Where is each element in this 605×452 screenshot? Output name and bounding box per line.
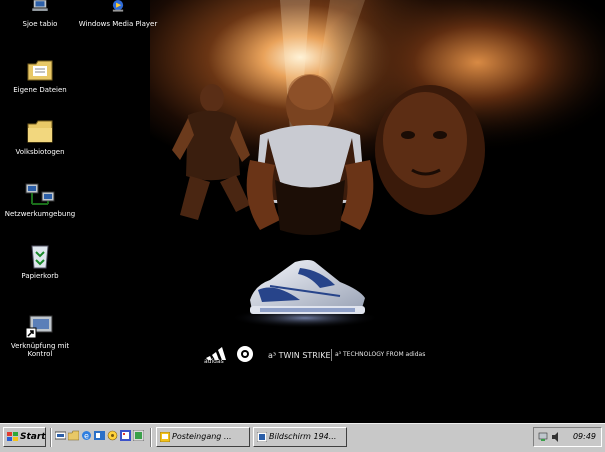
desktop-icon-label: Netzwerkumgebung bbox=[4, 210, 76, 218]
a3-logo-icon bbox=[237, 346, 253, 362]
media-player-icon bbox=[112, 0, 124, 12]
windows-flag-icon bbox=[7, 432, 18, 441]
product-name: a³ TWIN STRIKE bbox=[268, 351, 331, 360]
clock[interactable]: 09:49 bbox=[573, 428, 596, 446]
explorer-icon[interactable] bbox=[68, 430, 79, 441]
desktop-icon-label: Eigene Dateien bbox=[13, 86, 67, 94]
app-icon[interactable] bbox=[133, 430, 144, 441]
desktop-icon-my-documents[interactable]: Eigene Dateien bbox=[0, 56, 80, 94]
my-computer-icon bbox=[32, 0, 48, 11]
desktop-icon-my-computer[interactable]: Sjoe tabio bbox=[0, 0, 80, 28]
desktop: adidas a³ TWIN STRIKE a³ TECHNOLOGY FROM… bbox=[0, 0, 605, 423]
volume-icon[interactable] bbox=[551, 432, 561, 442]
brand-divider bbox=[331, 349, 332, 361]
system-tray: 09:49 bbox=[533, 427, 602, 447]
brand-name: adidas bbox=[204, 358, 224, 365]
outlook-icon[interactable] bbox=[94, 430, 105, 441]
svg-text:e: e bbox=[84, 432, 89, 441]
taskbar-separator bbox=[150, 428, 152, 447]
slogan: a³ TECHNOLOGY FROM adidas bbox=[335, 351, 426, 358]
desktop-icon-label: Volksbiotogen bbox=[15, 148, 65, 156]
image-icon bbox=[257, 432, 267, 442]
desktop-icon-label: Verknüpfung mit Kontrol bbox=[10, 342, 70, 358]
start-label: Start bbox=[20, 432, 46, 442]
folder-icon bbox=[27, 120, 53, 143]
desktop-icon-label: Papierkorb bbox=[21, 272, 59, 280]
task-button-label: Posteingang ... bbox=[172, 432, 232, 441]
task-button-inbox[interactable]: Posteingang ... bbox=[156, 427, 250, 447]
recycle-bin-icon bbox=[31, 245, 49, 269]
desktop-icon-recycle-bin[interactable]: Papierkorb bbox=[0, 242, 80, 280]
taskbar-separator bbox=[50, 428, 52, 447]
my-documents-icon bbox=[27, 60, 53, 81]
start-button[interactable]: Start bbox=[3, 427, 46, 447]
desktop-icon-label: Windows Media Player bbox=[78, 20, 158, 28]
task-button-image[interactable]: Bildschirm 194... bbox=[253, 427, 347, 447]
task-button-label: Bildschirm 194... bbox=[269, 432, 337, 441]
desktop-icon-shortcut[interactable]: Verknüpfung mit Kontrol bbox=[0, 312, 80, 358]
network-icon bbox=[25, 183, 55, 205]
shortcut-icon bbox=[25, 315, 53, 339]
network-status-icon[interactable] bbox=[538, 432, 548, 442]
desktop-icon-media-player[interactable]: Windows Media Player bbox=[78, 0, 158, 28]
media-icon[interactable] bbox=[107, 430, 118, 441]
brand-bar: adidas a³ TWIN STRIKE a³ TECHNOLOGY FROM… bbox=[200, 344, 430, 366]
desktop-icon-network[interactable]: Netzwerkumgebung bbox=[0, 180, 80, 218]
inbox-icon bbox=[160, 432, 170, 442]
desktop-icon-label: Sjoe tabio bbox=[22, 20, 58, 28]
taskbar: Start e Posteingang ... Bildschirm 194..… bbox=[0, 423, 605, 452]
ie-icon[interactable]: e bbox=[81, 430, 92, 441]
paint-icon[interactable] bbox=[120, 430, 131, 441]
show-desktop-icon[interactable] bbox=[55, 430, 66, 441]
desktop-icon-folder[interactable]: Volksbiotogen bbox=[0, 118, 80, 156]
